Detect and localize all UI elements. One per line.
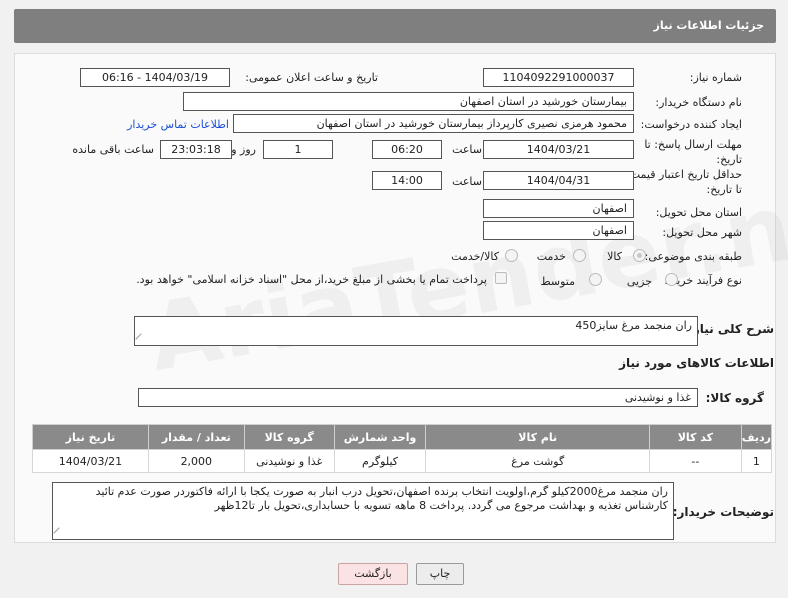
page-header: جزئیات اطلاعات نیاز (14, 9, 776, 43)
col-code: کد کالا (648, 424, 742, 450)
table-row: 1 -- گوشت مرغ کیلوگرم غذا و نوشیدنی 2,00… (32, 449, 773, 473)
col-quantity: تعداد / مقدار (147, 424, 245, 450)
print-button[interactable]: چاپ (416, 563, 464, 585)
need-number-field: 1104092291000037 (483, 68, 634, 87)
cell-code: -- (648, 449, 742, 473)
contact-info-link[interactable]: اطلاعات تماس خریدار (127, 118, 229, 131)
page-title: جزئیات اطلاعات نیاز (653, 19, 765, 32)
reply-date-field: 1404/03/21 (483, 140, 634, 159)
buyer-org-field: بیمارستان خورشید در استان اصفهان (183, 92, 634, 111)
process-radio-minor[interactable] (665, 273, 678, 286)
remaining-time-field: 23:03:18 (160, 140, 232, 159)
cell-quantity: 2,000 (147, 449, 245, 473)
buyer-notes-text: ران منجمد مرغ2000کیلو گرم،اولویت انتخاب … (95, 485, 668, 512)
announce-field: 1404/03/19 - 06:16 (80, 68, 230, 87)
goods-group-field: غذا و نوشیدنی (138, 388, 698, 407)
price-time-field: 14:00 (372, 171, 442, 190)
price-time-label: ساعت (452, 175, 482, 188)
process-radio-medium[interactable] (589, 273, 602, 286)
city-label: شهر محل تحویل: (662, 226, 742, 239)
price-validity-label: حداقل تاریخ اعتبار قیمت: (626, 168, 742, 181)
description-text: ران منجمد مرغ سایز450 (575, 319, 692, 332)
resize-handle-icon[interactable] (135, 333, 147, 345)
category-option-goods-service: کالا/خدمت (451, 250, 499, 263)
col-date: تاریخ نیاز (32, 424, 149, 450)
cell-name: گوشت مرغ (425, 449, 650, 473)
city-field: اصفهان (483, 221, 634, 240)
goods-table: ردیف کد کالا نام کالا واحد شمارش گروه کا… (32, 424, 773, 473)
category-label: طبقه بندی موضوعی: (644, 250, 742, 263)
buyer-notes-label: توضیحات خریدار: (672, 505, 774, 519)
days-field: 1 (263, 140, 333, 159)
category-radio-service[interactable] (573, 249, 586, 262)
buyer-notes-textarea[interactable]: ران منجمد مرغ2000کیلو گرم،اولویت انتخاب … (52, 482, 674, 540)
remaining-label: ساعت باقی مانده (72, 143, 154, 156)
province-label: استان محل تحویل: (655, 206, 742, 219)
process-option-medium: متوسط (540, 275, 575, 288)
announce-label: تاریخ و ساعت اعلان عمومی: (245, 71, 378, 84)
category-radio-goods-service[interactable] (505, 249, 518, 262)
cell-unit: کیلوگرم (333, 449, 427, 473)
creator-label: ایجاد کننده درخواست: (640, 118, 742, 131)
price-validity-label-date: تا تاریخ: (706, 183, 742, 196)
reply-time-field: 06:20 (372, 140, 442, 159)
goods-section-title: اطلاعات کالاهای مورد نیاز (619, 356, 774, 370)
category-radio-goods[interactable] (633, 249, 646, 262)
reply-deadline-label-date: تاریخ: (716, 153, 742, 166)
cell-date: 1404/03/21 (32, 449, 149, 473)
category-option-goods: کالا (607, 250, 622, 263)
treasury-payment-note: پرداخت تمام یا بخشی از مبلغ خرید،از محل … (136, 273, 487, 286)
creator-field: محمود هرمزی نصیری کارپرداز بیمارستان خور… (233, 114, 634, 133)
description-label: شرح کلی نیاز: (688, 322, 774, 336)
price-date-field: 1404/04/31 (483, 171, 634, 190)
cell-group: غذا و نوشیدنی (243, 449, 335, 473)
col-row: ردیف (740, 424, 773, 450)
col-name: نام کالا (425, 424, 650, 450)
goods-table-header: ردیف کد کالا نام کالا واحد شمارش گروه کا… (32, 424, 773, 450)
cell-row: 1 (740, 449, 773, 473)
need-number-label: شماره نیاز: (689, 71, 742, 84)
description-textarea[interactable]: ران منجمد مرغ سایز450 (134, 316, 698, 346)
process-option-minor: جزیی (626, 275, 652, 288)
goods-group-label: گروه کالا: (705, 391, 764, 405)
resize-handle-icon[interactable] (53, 527, 65, 539)
buyer-org-label: نام دستگاه خریدار: (655, 96, 742, 109)
back-button[interactable]: بازگشت (338, 563, 408, 585)
treasury-payment-checkbox[interactable] (495, 272, 507, 284)
category-option-service: خدمت (536, 250, 566, 263)
province-field: اصفهان (483, 199, 634, 218)
col-unit: واحد شمارش (333, 424, 427, 450)
col-group: گروه کالا (243, 424, 335, 450)
reply-time-label: ساعت (452, 143, 482, 156)
reply-deadline-label: مهلت ارسال پاسخ: تا (644, 138, 742, 151)
days-label: روز و (231, 143, 256, 156)
